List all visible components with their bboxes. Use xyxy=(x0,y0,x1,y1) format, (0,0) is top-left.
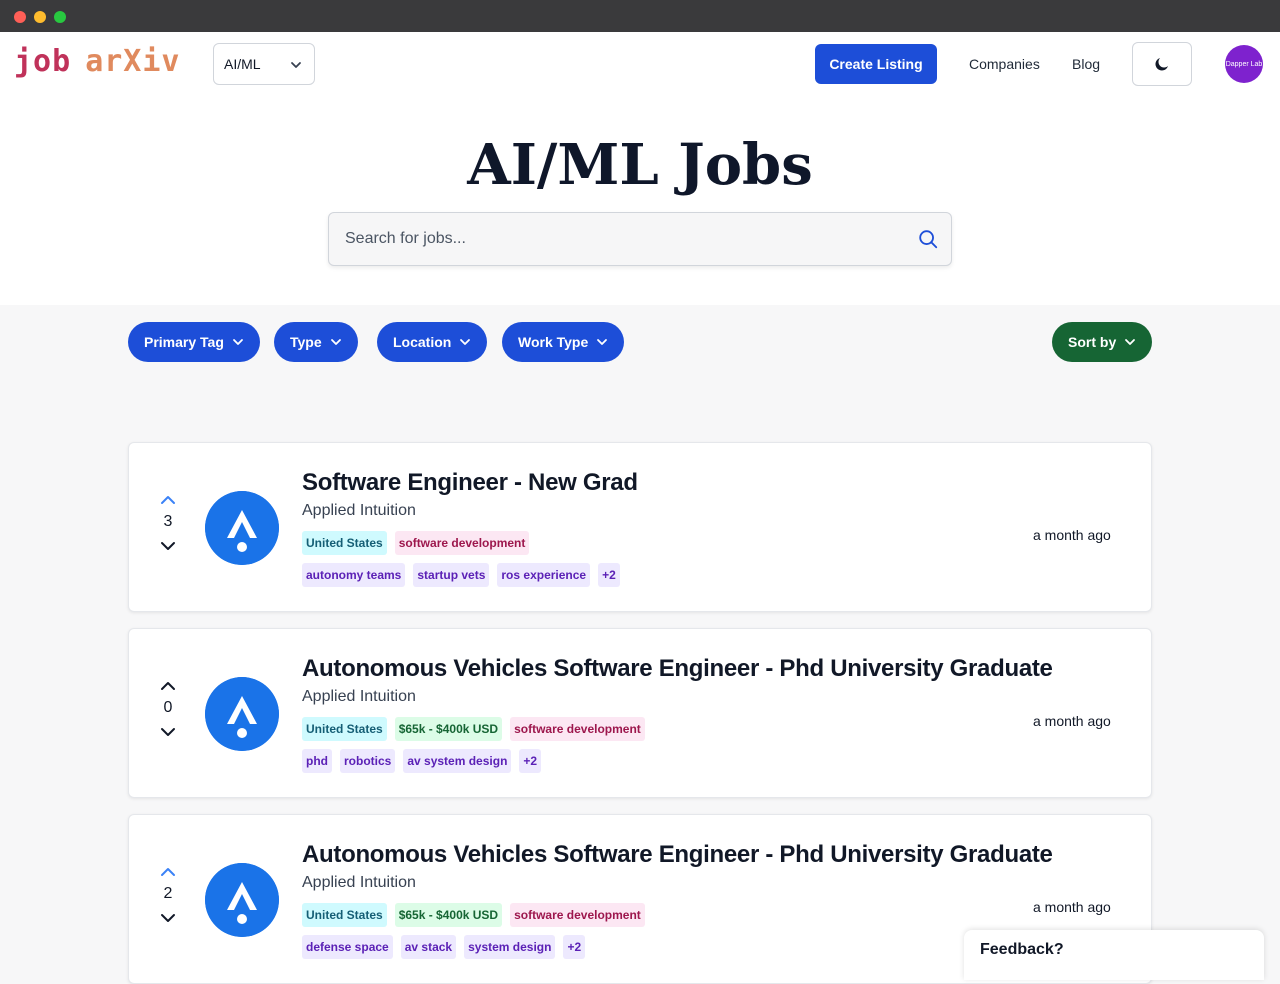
secondary-tag[interactable]: robotics xyxy=(340,749,396,773)
tag-row-secondary: autonomy teams startup vets ros experien… xyxy=(302,563,620,587)
secondary-tag[interactable]: av system design xyxy=(403,749,512,773)
downvote-arrow-icon[interactable] xyxy=(157,537,179,555)
search-box xyxy=(328,212,952,266)
company-name[interactable]: Applied Intuition xyxy=(302,874,416,892)
category-select[interactable]: AI/ML xyxy=(213,43,315,85)
vote-control: 0 xyxy=(157,677,179,741)
user-avatar[interactable]: Dapper Lab xyxy=(1225,45,1263,83)
page-title: AI/ML Jobs xyxy=(467,132,813,198)
applied-intuition-logo-icon xyxy=(205,863,279,937)
job-title[interactable]: Autonomous Vehicles Software Engineer - … xyxy=(302,655,1053,683)
tag-row-secondary: phd robotics av system design +2 xyxy=(302,749,542,773)
logo-job-text: job xyxy=(14,44,72,79)
secondary-tag[interactable]: ros experience xyxy=(497,563,591,587)
theme-toggle-button[interactable] xyxy=(1132,42,1192,86)
location-tag[interactable]: United States xyxy=(302,531,387,555)
filter-primary-tag-button[interactable]: Primary Tag xyxy=(128,322,260,362)
salary-tag[interactable]: $65k - $400k USD xyxy=(394,903,503,927)
filter-label: Work Type xyxy=(518,334,589,350)
moon-icon xyxy=(1155,58,1168,71)
filter-label: Type xyxy=(290,334,322,350)
secondary-tag[interactable]: av stack xyxy=(400,935,457,959)
site-logo[interactable]: job arXiv xyxy=(14,44,181,79)
vote-count: 2 xyxy=(163,885,173,902)
filter-label: Location xyxy=(393,334,452,350)
posted-time: a month ago xyxy=(1033,899,1111,915)
downvote-arrow-icon[interactable] xyxy=(157,723,179,741)
category-select-value: AI/ML xyxy=(224,56,261,72)
more-tags-badge[interactable]: +2 xyxy=(563,935,586,959)
tag-row-primary: United States software development xyxy=(302,531,530,555)
posted-time: a month ago xyxy=(1033,527,1111,543)
sort-by-button[interactable]: Sort by xyxy=(1052,322,1153,362)
chevron-down-icon xyxy=(460,339,471,345)
job-card[interactable]: 0 Autonomous Vehicles Software Engineer … xyxy=(128,628,1152,798)
nav-blog-link[interactable]: Blog xyxy=(1072,56,1100,72)
salary-tag[interactable]: $65k - $400k USD xyxy=(394,717,503,741)
vote-count: 0 xyxy=(163,699,173,716)
chevron-down-icon xyxy=(232,339,243,345)
window-titlebar xyxy=(0,0,1280,32)
primary-tag[interactable]: software development xyxy=(394,531,530,555)
vote-control: 2 xyxy=(157,863,179,927)
more-tags-badge[interactable]: +2 xyxy=(519,749,542,773)
applied-intuition-logo-icon xyxy=(205,491,279,565)
upvote-arrow-icon[interactable] xyxy=(157,863,179,881)
location-tag[interactable]: United States xyxy=(302,717,387,741)
close-window-button[interactable] xyxy=(14,11,26,23)
posted-time: a month ago xyxy=(1033,713,1111,729)
site-header: job arXiv AI/ML Create Listing Companies … xyxy=(0,32,1280,305)
sort-label: Sort by xyxy=(1068,334,1117,350)
vote-control: 3 xyxy=(157,491,179,555)
filter-type-button[interactable]: Type xyxy=(274,322,358,362)
logo-arxiv-text: arXiv xyxy=(85,44,181,79)
company-name[interactable]: Applied Intuition xyxy=(302,502,416,520)
maximize-window-button[interactable] xyxy=(54,11,66,23)
upvote-arrow-icon[interactable] xyxy=(157,491,179,509)
filter-label: Primary Tag xyxy=(144,334,224,350)
tag-row-primary: United States $65k - $400k USD software … xyxy=(302,903,645,927)
location-tag[interactable]: United States xyxy=(302,903,387,927)
more-tags-badge[interactable]: +2 xyxy=(598,563,620,587)
chevron-down-icon xyxy=(291,62,301,68)
job-title[interactable]: Software Engineer - New Grad xyxy=(302,469,638,497)
secondary-tag[interactable]: defense space xyxy=(302,935,393,959)
vote-count: 3 xyxy=(163,513,173,530)
chevron-down-icon xyxy=(330,339,341,345)
search-input[interactable] xyxy=(345,213,905,265)
filter-work-type-button[interactable]: Work Type xyxy=(502,322,625,362)
minimize-window-button[interactable] xyxy=(34,11,46,23)
company-name[interactable]: Applied Intuition xyxy=(302,688,416,706)
tag-row-primary: United States $65k - $400k USD software … xyxy=(302,717,645,741)
job-card[interactable]: 3 Software Engineer - New Grad Applied I… xyxy=(128,442,1152,612)
tag-row-secondary: defense space av stack system design +2 xyxy=(302,935,586,959)
feedback-widget[interactable]: Feedback? xyxy=(964,930,1264,980)
create-listing-button[interactable]: Create Listing xyxy=(815,44,937,84)
secondary-tag[interactable]: system design xyxy=(464,935,556,959)
applied-intuition-logo-icon xyxy=(205,677,279,751)
nav-companies-link[interactable]: Companies xyxy=(969,56,1040,72)
primary-tag[interactable]: software development xyxy=(510,717,645,741)
downvote-arrow-icon[interactable] xyxy=(157,909,179,927)
secondary-tag[interactable]: phd xyxy=(302,749,332,773)
search-icon[interactable] xyxy=(917,228,939,250)
chevron-down-icon xyxy=(1125,339,1136,345)
primary-tag[interactable]: software development xyxy=(510,903,645,927)
job-title[interactable]: Autonomous Vehicles Software Engineer - … xyxy=(302,841,1053,869)
chevron-down-icon xyxy=(597,339,608,345)
secondary-tag[interactable]: autonomy teams xyxy=(302,563,406,587)
upvote-arrow-icon[interactable] xyxy=(157,677,179,695)
filter-location-button[interactable]: Location xyxy=(377,322,488,362)
secondary-tag[interactable]: startup vets xyxy=(413,563,490,587)
